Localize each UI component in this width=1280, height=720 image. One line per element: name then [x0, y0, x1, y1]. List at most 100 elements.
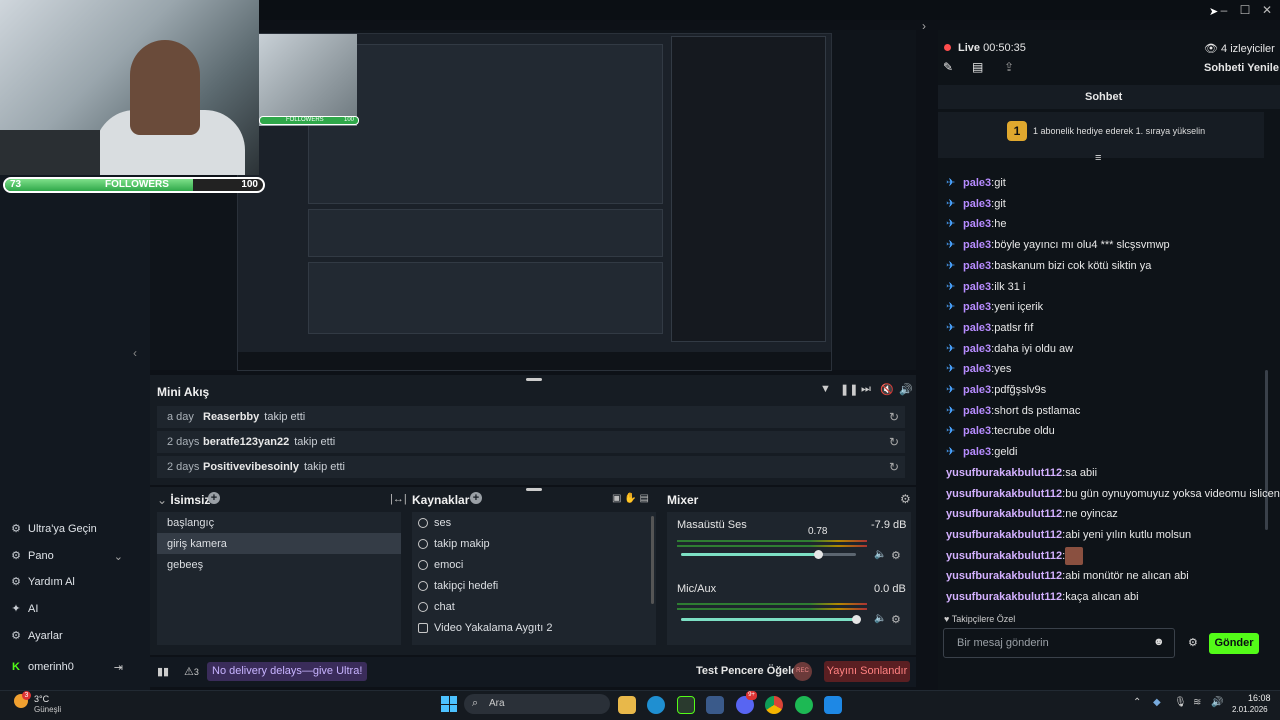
stats-icon[interactable]: ▮▮ — [157, 665, 169, 678]
chat-scrollbar[interactable] — [1265, 370, 1268, 530]
send-button[interactable]: Gönder — [1209, 633, 1259, 654]
kick-studio-icon[interactable] — [677, 696, 695, 714]
emoji-icon[interactable]: ☻ — [1153, 636, 1165, 648]
app-icon[interactable] — [824, 696, 842, 714]
mixer-settings-icon[interactable]: ⚙ — [900, 492, 911, 506]
test-widgets-button[interactable]: Test Pencere Öğeleri — [696, 665, 805, 677]
volume-slider-knob[interactable] — [852, 615, 861, 624]
ultra-promo-banner[interactable]: No delivery delays—give Ultra! — [207, 662, 368, 681]
chat-username[interactable]: yusufburakakbulut112 — [946, 550, 1062, 562]
edge-icon[interactable] — [647, 696, 665, 714]
sidebar-item-settings[interactable]: ⚙ Ayarlar — [10, 625, 145, 647]
mute-alerts-icon[interactable]: 🔇 — [880, 383, 894, 396]
channel-settings-icon[interactable]: ⚙ — [891, 549, 901, 562]
microphone-icon[interactable]: 🎙 — [1174, 697, 1187, 708]
source-item[interactable]: ses — [412, 512, 656, 533]
close-button[interactable]: ✕ — [1258, 2, 1276, 18]
chat-username[interactable]: pale3 — [963, 405, 991, 417]
chat-username[interactable]: yusufburakakbulut112 — [946, 467, 1062, 479]
spotify-icon[interactable] — [795, 696, 813, 714]
chat-username[interactable]: yusufburakakbulut112 — [946, 529, 1062, 541]
add-source-button[interactable]: + — [470, 492, 482, 504]
share-icon[interactable]: ⇪ — [1004, 60, 1014, 74]
skip-icon[interactable]: ⏭ — [861, 383, 871, 396]
scrollbar[interactable] — [651, 516, 654, 604]
maximize-button[interactable]: ☐ — [1236, 2, 1254, 18]
chat-username[interactable]: pale3 — [963, 363, 991, 375]
chat-username[interactable]: yusufburakakbulut112 — [946, 488, 1062, 500]
scene-item-selected[interactable]: giriş kamera — [157, 533, 401, 554]
source-item[interactable]: takip makip — [412, 533, 656, 554]
chat-username[interactable]: pale3 — [963, 198, 991, 210]
chat-username[interactable]: pale3 — [963, 425, 991, 437]
wifi-icon[interactable]: ≋ — [1193, 697, 1201, 708]
scene-item[interactable]: gebeeş — [157, 554, 401, 575]
sidebar-item-help[interactable]: ⚙ Yardım Al — [10, 571, 145, 593]
clock-time[interactable]: 16:08 — [1248, 693, 1271, 703]
filter-icon[interactable]: ▼ — [820, 383, 831, 395]
channel-settings-icon[interactable]: ⚙ — [891, 613, 901, 626]
collapse-left-icon[interactable]: ‹ — [133, 346, 137, 360]
scene-list: başlangıç giriş kamera gebeeş — [157, 512, 401, 645]
source-item[interactable]: chat — [412, 596, 656, 617]
kick-logo-icon: K — [12, 661, 20, 673]
volume-slider-knob[interactable] — [813, 550, 823, 559]
tray-app-icon[interactable]: ◆ — [1153, 697, 1161, 708]
chat-settings-icon[interactable]: ⚙ — [1188, 636, 1198, 649]
sidebar-item-ultra[interactable]: ⚙ Ultra'ya Geçin — [10, 518, 145, 540]
logout-icon[interactable]: ⇥ — [114, 661, 123, 674]
speaker-icon[interactable]: 🔈 — [874, 549, 886, 560]
chat-username[interactable]: pale3 — [963, 281, 991, 293]
chat-username[interactable]: pale3 — [963, 343, 991, 355]
windows-start-icon[interactable] — [441, 696, 457, 712]
replay-icon[interactable]: ↻ — [889, 410, 899, 424]
volume-slider[interactable] — [681, 553, 856, 556]
resize-handle[interactable] — [526, 378, 542, 381]
file-explorer-icon[interactable] — [618, 696, 636, 714]
record-button[interactable]: REC — [793, 662, 812, 681]
sidebar-item-ai[interactable]: ✦ AI — [10, 598, 145, 620]
chat-username[interactable]: yusufburakakbulut112 — [946, 570, 1062, 582]
clip-icon[interactable]: ▤ — [972, 60, 983, 74]
chat-username[interactable]: pale3 — [963, 322, 991, 334]
source-tools-icon[interactable]: ▣ ✋ ▤ — [612, 493, 649, 504]
add-scene-button[interactable]: + — [208, 492, 220, 504]
chat-username[interactable]: pale3 — [963, 301, 991, 313]
source-item[interactable]: Video Yakalama Aygıtı 2 — [412, 617, 656, 638]
replay-icon[interactable]: ↻ — [889, 460, 899, 474]
app-icon[interactable] — [706, 696, 724, 714]
speaker-icon[interactable]: 🔈 — [874, 613, 886, 624]
tray-chevron-icon[interactable]: ⌃ — [1133, 697, 1141, 708]
end-stream-button[interactable]: Yayını Sonlandır — [824, 661, 910, 682]
source-item[interactable]: emoci — [412, 554, 656, 575]
alerts-icon[interactable]: ⚠3 — [184, 665, 199, 678]
sidebar-item-dashboard[interactable]: ⚙ Pano ⌄ — [10, 545, 145, 567]
volume-icon[interactable]: 🔊 — [899, 383, 913, 396]
taskbar-search[interactable] — [464, 694, 610, 714]
chat-username[interactable]: pale3 — [963, 239, 991, 251]
chat-username[interactable]: yusufburakakbulut112 — [946, 508, 1062, 520]
level-meter — [677, 545, 867, 547]
pause-icon[interactable]: ❚❚ — [840, 383, 858, 396]
volume-icon[interactable]: 🔊 — [1211, 697, 1223, 708]
chat-username[interactable]: pale3 — [963, 177, 991, 189]
chrome-icon[interactable] — [765, 696, 783, 714]
edit-icon[interactable]: ✎ — [943, 60, 953, 74]
chat-username[interactable]: pale3 — [963, 384, 991, 396]
user-account[interactable]: Komerinh0 ⇥ — [10, 656, 145, 678]
refresh-chat-button[interactable]: Sohbeti Yenile — [1204, 62, 1279, 74]
chat-username[interactable]: pale3 — [963, 218, 991, 230]
source-item[interactable]: takipçi hedefi — [412, 575, 656, 596]
collapse-right-icon[interactable]: › — [922, 19, 926, 33]
replay-icon[interactable]: ↻ — [889, 435, 899, 449]
chat-username[interactable]: pale3 — [963, 260, 991, 272]
chat-username[interactable]: yusufburakakbulut112 — [946, 591, 1062, 603]
minimize-button[interactable]: – — [1215, 2, 1233, 18]
volume-slider[interactable] — [681, 618, 856, 621]
expand-icon[interactable]: ≡ — [1095, 152, 1101, 164]
resize-handle[interactable] — [526, 488, 542, 491]
chat-username[interactable]: pale3 — [963, 446, 991, 458]
scene-item[interactable]: başlangıç — [157, 512, 401, 533]
scene-transition-icon[interactable]: |↔| — [390, 493, 407, 505]
clock-date[interactable]: 2.01.2026 — [1232, 705, 1268, 714]
